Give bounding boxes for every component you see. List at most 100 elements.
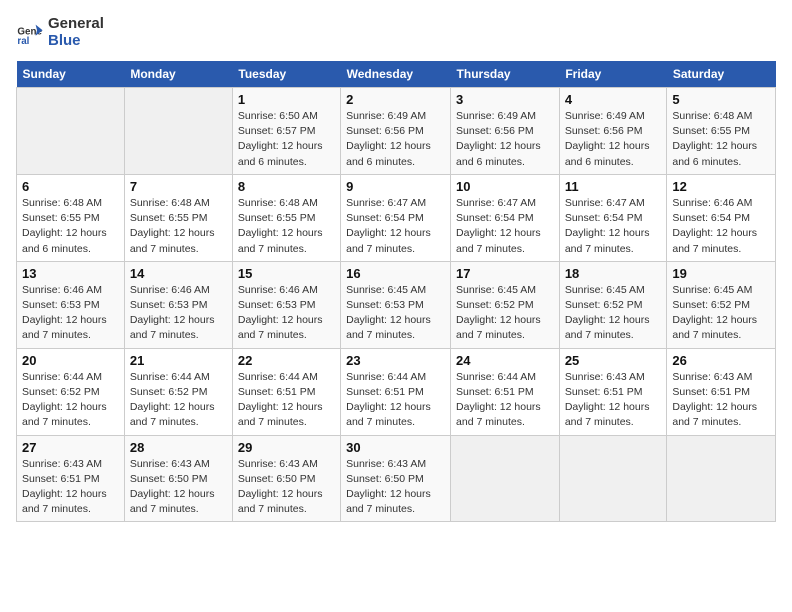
day-number: 12 (672, 179, 770, 194)
day-number: 7 (130, 179, 227, 194)
day-detail: Sunrise: 6:46 AM Sunset: 6:53 PM Dayligh… (238, 283, 335, 344)
day-detail: Sunrise: 6:43 AM Sunset: 6:50 PM Dayligh… (238, 457, 335, 518)
day-detail: Sunrise: 6:45 AM Sunset: 6:52 PM Dayligh… (565, 283, 662, 344)
day-detail: Sunrise: 6:43 AM Sunset: 6:51 PM Dayligh… (22, 457, 119, 518)
day-cell: 29 Sunrise: 6:43 AM Sunset: 6:50 PM Dayli… (232, 435, 340, 522)
day-cell: 20 Sunrise: 6:44 AM Sunset: 6:52 PM Dayli… (17, 348, 125, 435)
day-number: 6 (22, 179, 119, 194)
day-cell: 25 Sunrise: 6:43 AM Sunset: 6:51 PM Dayli… (559, 348, 667, 435)
weekday-header-sunday: Sunday (17, 61, 125, 88)
day-detail: Sunrise: 6:45 AM Sunset: 6:53 PM Dayligh… (346, 283, 445, 344)
day-number: 14 (130, 266, 227, 281)
weekday-header-tuesday: Tuesday (232, 61, 340, 88)
day-number: 3 (456, 92, 554, 107)
logo-general: General (48, 16, 104, 33)
day-detail: Sunrise: 6:49 AM Sunset: 6:56 PM Dayligh… (456, 109, 554, 170)
day-number: 18 (565, 266, 662, 281)
week-row-2: 6 Sunrise: 6:48 AM Sunset: 6:55 PM Daylig… (17, 174, 776, 261)
day-cell: 30 Sunrise: 6:43 AM Sunset: 6:50 PM Dayli… (341, 435, 451, 522)
day-cell: 3 Sunrise: 6:49 AM Sunset: 6:56 PM Daylig… (451, 88, 560, 175)
day-detail: Sunrise: 6:48 AM Sunset: 6:55 PM Dayligh… (238, 196, 335, 257)
day-cell: 2 Sunrise: 6:49 AM Sunset: 6:56 PM Daylig… (341, 88, 451, 175)
week-row-3: 13Sunrise: 6:46 AM Sunset: 6:53 PM Dayli… (17, 261, 776, 348)
day-cell: 15 Sunrise: 6:46 AM Sunset: 6:53 PM Dayli… (232, 261, 340, 348)
day-cell: 6 Sunrise: 6:48 AM Sunset: 6:55 PM Daylig… (17, 174, 125, 261)
day-cell: 1 Sunrise: 6:50 AM Sunset: 6:57 PM Daylig… (232, 88, 340, 175)
weekday-header-saturday: Saturday (667, 61, 776, 88)
day-cell: 28Sunrise: 6:43 AM Sunset: 6:50 PM Dayli… (124, 435, 232, 522)
day-detail: Sunrise: 6:50 AM Sunset: 6:57 PM Dayligh… (238, 109, 335, 170)
day-cell: 7 Sunrise: 6:48 AM Sunset: 6:55 PM Daylig… (124, 174, 232, 261)
day-detail: Sunrise: 6:47 AM Sunset: 6:54 PM Dayligh… (565, 196, 662, 257)
day-number: 24 (456, 353, 554, 368)
day-number: 27 (22, 440, 119, 455)
calendar-table: SundayMondayTuesdayWednesdayThursdayFrid… (16, 61, 776, 522)
day-detail: Sunrise: 6:49 AM Sunset: 6:56 PM Dayligh… (346, 109, 445, 170)
day-detail: Sunrise: 6:48 AM Sunset: 6:55 PM Dayligh… (672, 109, 770, 170)
day-detail: Sunrise: 6:47 AM Sunset: 6:54 PM Dayligh… (346, 196, 445, 257)
day-cell: 10Sunrise: 6:47 AM Sunset: 6:54 PM Dayli… (451, 174, 560, 261)
day-detail: Sunrise: 6:46 AM Sunset: 6:53 PM Dayligh… (22, 283, 119, 344)
week-row-5: 27 Sunrise: 6:43 AM Sunset: 6:51 PM Dayli… (17, 435, 776, 522)
weekday-header-thursday: Thursday (451, 61, 560, 88)
day-detail: Sunrise: 6:43 AM Sunset: 6:51 PM Dayligh… (565, 370, 662, 431)
day-number: 22 (238, 353, 335, 368)
day-number: 15 (238, 266, 335, 281)
day-cell: 8 Sunrise: 6:48 AM Sunset: 6:55 PM Daylig… (232, 174, 340, 261)
day-detail: Sunrise: 6:43 AM Sunset: 6:51 PM Dayligh… (672, 370, 770, 431)
day-number: 10 (456, 179, 554, 194)
day-cell: 11 Sunrise: 6:47 AM Sunset: 6:54 PM Dayli… (559, 174, 667, 261)
day-number: 21 (130, 353, 227, 368)
day-detail: Sunrise: 6:48 AM Sunset: 6:55 PM Dayligh… (130, 196, 227, 257)
day-detail: Sunrise: 6:44 AM Sunset: 6:51 PM Dayligh… (456, 370, 554, 431)
weekday-header-monday: Monday (124, 61, 232, 88)
day-cell: 4Sunrise: 6:49 AM Sunset: 6:56 PM Daylig… (559, 88, 667, 175)
day-number: 11 (565, 179, 662, 194)
day-cell: 18 Sunrise: 6:45 AM Sunset: 6:52 PM Dayli… (559, 261, 667, 348)
day-detail: Sunrise: 6:43 AM Sunset: 6:50 PM Dayligh… (346, 457, 445, 518)
day-detail: Sunrise: 6:43 AM Sunset: 6:50 PM Dayligh… (130, 457, 227, 518)
logo: Gene ral General Blue (16, 16, 104, 49)
week-row-4: 20 Sunrise: 6:44 AM Sunset: 6:52 PM Dayli… (17, 348, 776, 435)
day-cell: 16Sunrise: 6:45 AM Sunset: 6:53 PM Dayli… (341, 261, 451, 348)
day-cell (667, 435, 776, 522)
day-number: 19 (672, 266, 770, 281)
day-detail: Sunrise: 6:44 AM Sunset: 6:51 PM Dayligh… (346, 370, 445, 431)
day-cell: 26 Sunrise: 6:43 AM Sunset: 6:51 PM Dayli… (667, 348, 776, 435)
day-detail: Sunrise: 6:45 AM Sunset: 6:52 PM Dayligh… (672, 283, 770, 344)
day-detail: Sunrise: 6:49 AM Sunset: 6:56 PM Dayligh… (565, 109, 662, 170)
day-detail: Sunrise: 6:46 AM Sunset: 6:54 PM Dayligh… (672, 196, 770, 257)
day-number: 2 (346, 92, 445, 107)
day-detail: Sunrise: 6:44 AM Sunset: 6:52 PM Dayligh… (130, 370, 227, 431)
logo-blue: Blue (48, 33, 104, 50)
day-cell (17, 88, 125, 175)
day-cell: 19 Sunrise: 6:45 AM Sunset: 6:52 PM Dayli… (667, 261, 776, 348)
day-cell: 13Sunrise: 6:46 AM Sunset: 6:53 PM Dayli… (17, 261, 125, 348)
day-cell: 23 Sunrise: 6:44 AM Sunset: 6:51 PM Dayli… (341, 348, 451, 435)
day-cell: 17Sunrise: 6:45 AM Sunset: 6:52 PM Dayli… (451, 261, 560, 348)
svg-text:ral: ral (17, 36, 29, 47)
day-cell: 5 Sunrise: 6:48 AM Sunset: 6:55 PM Daylig… (667, 88, 776, 175)
day-number: 29 (238, 440, 335, 455)
day-number: 1 (238, 92, 335, 107)
day-number: 26 (672, 353, 770, 368)
day-number: 17 (456, 266, 554, 281)
day-number: 23 (346, 353, 445, 368)
day-detail: Sunrise: 6:46 AM Sunset: 6:53 PM Dayligh… (130, 283, 227, 344)
day-number: 30 (346, 440, 445, 455)
day-number: 5 (672, 92, 770, 107)
day-cell: 14 Sunrise: 6:46 AM Sunset: 6:53 PM Dayli… (124, 261, 232, 348)
day-number: 25 (565, 353, 662, 368)
day-detail: Sunrise: 6:44 AM Sunset: 6:52 PM Dayligh… (22, 370, 119, 431)
day-cell: 21 Sunrise: 6:44 AM Sunset: 6:52 PM Dayli… (124, 348, 232, 435)
day-cell (451, 435, 560, 522)
weekday-header-row: SundayMondayTuesdayWednesdayThursdayFrid… (17, 61, 776, 88)
day-detail: Sunrise: 6:48 AM Sunset: 6:55 PM Dayligh… (22, 196, 119, 257)
day-number: 20 (22, 353, 119, 368)
logo-icon: Gene ral (16, 19, 44, 47)
day-cell: 22Sunrise: 6:44 AM Sunset: 6:51 PM Dayli… (232, 348, 340, 435)
day-number: 8 (238, 179, 335, 194)
week-row-1: 1 Sunrise: 6:50 AM Sunset: 6:57 PM Daylig… (17, 88, 776, 175)
day-cell: 12 Sunrise: 6:46 AM Sunset: 6:54 PM Dayli… (667, 174, 776, 261)
weekday-header-friday: Friday (559, 61, 667, 88)
